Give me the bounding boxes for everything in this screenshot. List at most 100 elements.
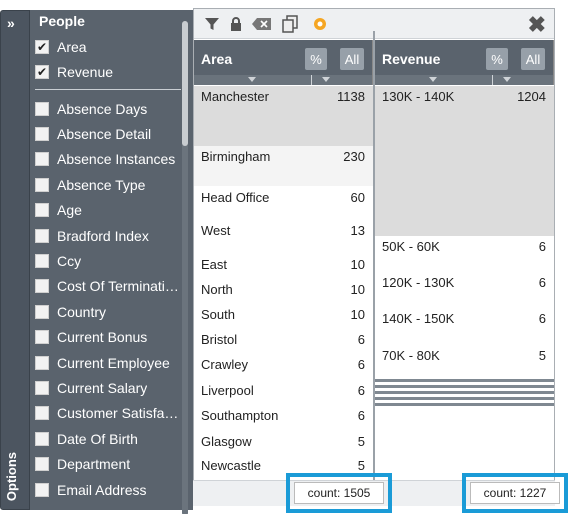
field-item[interactable]: Current Bonus <box>35 326 147 348</box>
checkbox[interactable] <box>35 356 49 370</box>
checkbox[interactable] <box>35 432 49 446</box>
checkbox[interactable] <box>35 178 49 192</box>
row-label: Birmingham <box>201 149 271 164</box>
copy-icon[interactable] <box>280 14 300 34</box>
field-item[interactable]: Bradford Index <box>35 225 149 247</box>
table-row[interactable]: Head Office 60 <box>194 187 373 219</box>
field-item[interactable]: Current Employee <box>35 352 170 374</box>
field-label: Current Bonus <box>57 329 148 345</box>
lock-icon[interactable] <box>226 14 246 34</box>
row-value: 10 <box>350 282 365 297</box>
row-label: 50K - 60K <box>382 239 440 254</box>
row-label: West <box>201 223 231 238</box>
row-value: 6 <box>357 383 365 398</box>
table-row[interactable]: South 10 <box>194 304 373 329</box>
table-row[interactable]: Glasgow 5 <box>194 431 373 456</box>
checkbox[interactable] <box>35 381 49 395</box>
field-item[interactable]: Absence Instances <box>35 148 175 170</box>
checkbox[interactable] <box>35 65 49 79</box>
checkbox[interactable] <box>35 279 49 293</box>
sort-name-icon[interactable] <box>248 77 256 82</box>
collapsed-rows[interactable] <box>374 379 554 411</box>
table-row[interactable]: North 10 <box>194 279 373 304</box>
field-label: Absence Type <box>57 177 146 193</box>
checkbox[interactable] <box>35 127 49 141</box>
field-item[interactable]: Date Of Birth <box>35 428 138 450</box>
field-label: Absence Instances <box>57 151 176 167</box>
options-strip[interactable]: » Options <box>0 10 30 510</box>
field-label: Area <box>57 39 87 55</box>
row-value: 5 <box>357 458 365 473</box>
checkbox[interactable] <box>35 305 49 319</box>
sort-value-icon[interactable] <box>503 77 511 82</box>
checkbox[interactable] <box>35 229 49 243</box>
field-item[interactable]: Absence Days <box>35 98 147 120</box>
row-label: Crawley <box>201 357 248 372</box>
checkbox[interactable] <box>35 330 49 344</box>
collapsed-row-bar <box>374 379 554 382</box>
field-label: Absence Days <box>57 101 148 117</box>
row-value: 230 <box>343 149 365 164</box>
field-item[interactable]: Ccy <box>35 250 81 272</box>
row-value: 10 <box>350 257 365 272</box>
checkbox[interactable] <box>35 254 49 268</box>
table-row[interactable]: 50K - 60K 6 <box>375 236 554 272</box>
field-item[interactable]: Age <box>35 199 82 221</box>
table-row[interactable]: Crawley 6 <box>194 354 373 379</box>
column-header-revenue[interactable]: Revenue % All <box>375 40 554 85</box>
row-value: 60 <box>350 190 365 205</box>
row-label: South <box>201 307 235 322</box>
checkbox[interactable] <box>35 483 49 497</box>
sort-name-icon[interactable] <box>429 77 437 82</box>
table-row[interactable]: 130K - 140K 1204 <box>375 86 554 236</box>
table-row[interactable]: East 10 <box>194 254 373 279</box>
clear-icon[interactable] <box>252 14 272 34</box>
table-row[interactable]: West 13 <box>194 220 373 254</box>
field-item[interactable]: Country <box>35 301 106 323</box>
sort-value-icon[interactable] <box>322 77 330 82</box>
checkbox[interactable] <box>35 203 49 217</box>
table-row[interactable]: Manchester 1138 <box>194 86 373 146</box>
table-row[interactable]: 120K - 130K 6 <box>375 272 554 308</box>
column-header-area[interactable]: Area % All <box>194 40 373 85</box>
all-button[interactable]: All <box>521 48 545 70</box>
row-value: 6 <box>357 408 365 423</box>
percent-button[interactable]: % <box>305 48 327 70</box>
settings-icon[interactable] <box>310 14 330 34</box>
field-item[interactable]: Customer Satisfa… <box>35 402 178 424</box>
scrollbar-thumb[interactable] <box>182 21 188 146</box>
field-item[interactable]: Absence Type <box>35 174 145 196</box>
table-row[interactable]: Birmingham 230 <box>194 146 373 186</box>
close-icon[interactable]: ✖ <box>528 12 546 38</box>
column-separator[interactable] <box>373 31 375 480</box>
expand-chevron-icon[interactable]: » <box>7 15 15 31</box>
table-row[interactable]: Southampton 6 <box>194 405 373 430</box>
table-row[interactable]: 140K - 150K 6 <box>375 308 554 344</box>
field-item[interactable]: Cost Of Terminati… <box>35 275 179 297</box>
filter-icon[interactable] <box>202 14 222 34</box>
field-item[interactable]: Absence Detail <box>35 123 151 145</box>
field-item[interactable]: Department <box>35 453 130 475</box>
table-row[interactable]: 70K - 80K 5 <box>375 345 554 381</box>
checkbox[interactable] <box>35 40 49 54</box>
all-button[interactable]: All <box>340 48 364 70</box>
field-label: Country <box>57 304 107 320</box>
collapsed-row-bar <box>374 403 554 406</box>
field-item[interactable]: Email Address <box>35 479 146 501</box>
row-label: 140K - 150K <box>382 311 455 326</box>
table-row[interactable]: Bristol 6 <box>194 329 373 354</box>
checkbox[interactable] <box>35 457 49 471</box>
field-label: Ccy <box>57 253 82 269</box>
checkbox[interactable] <box>35 152 49 166</box>
checkbox[interactable] <box>35 406 49 420</box>
field-item-revenue[interactable]: Revenue <box>35 61 113 83</box>
field-item-area[interactable]: Area <box>35 36 87 58</box>
field-item[interactable]: Current Salary <box>35 377 147 399</box>
percent-button[interactable]: % <box>486 48 508 70</box>
checkbox[interactable] <box>35 102 49 116</box>
field-label: Absence Detail <box>57 126 152 142</box>
sort-separator <box>311 75 312 85</box>
field-list-scrollbar[interactable] <box>182 21 188 514</box>
options-label: Options <box>4 451 19 501</box>
table-row[interactable]: Liverpool 6 <box>194 380 373 405</box>
